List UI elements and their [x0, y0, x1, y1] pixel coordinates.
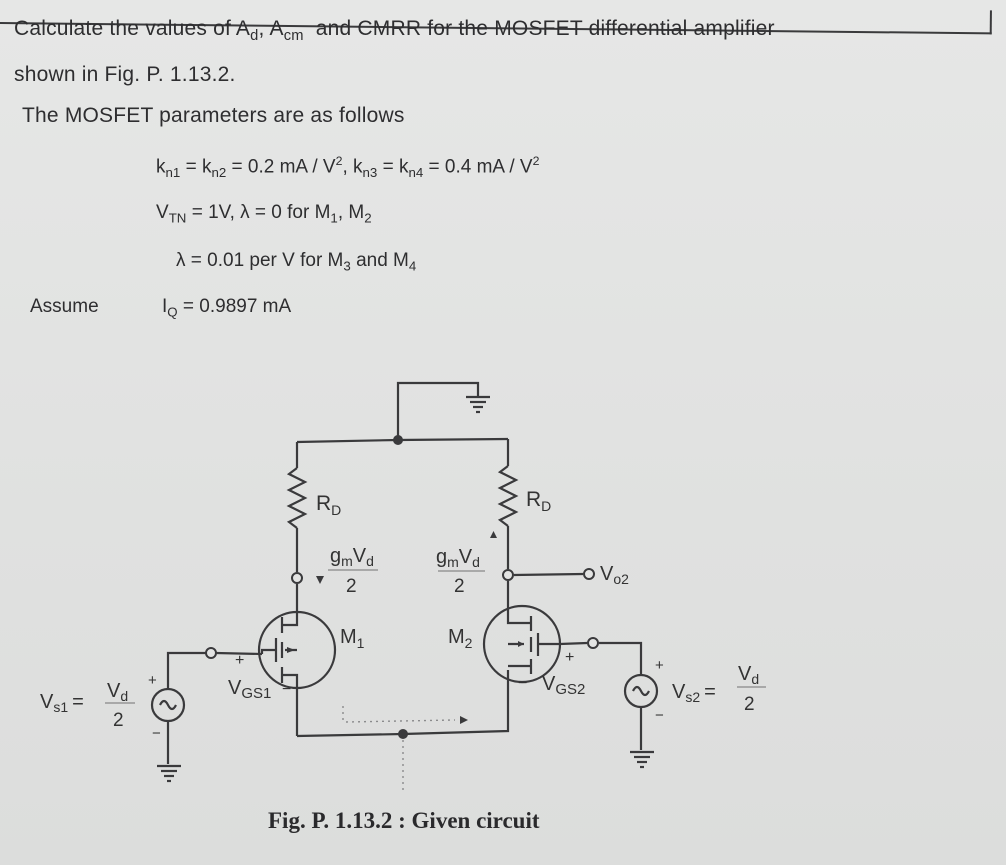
label-gm-den-right: 2 [454, 576, 465, 597]
label-vs2-two: 2 [744, 694, 755, 715]
ground-icon-right [630, 750, 654, 769]
label-vo2: Vo2 [600, 563, 629, 587]
label-m1: M1 [340, 626, 365, 651]
arrow-m1-icon [287, 647, 295, 653]
vgs1-minus: − [282, 681, 291, 698]
label-gm-vd-left: gmVd [330, 545, 374, 569]
ground-icon-left [157, 764, 181, 783]
vo2-wire [513, 572, 584, 577]
vgs2-plus: + [565, 649, 574, 666]
label-rd-left: RD [316, 492, 341, 518]
node-top [393, 435, 403, 445]
terminal-drain-m2 [502, 569, 514, 581]
common-source-wire [296, 670, 510, 738]
resistor-rd-right [497, 465, 519, 527]
arrow-m2-icon [518, 641, 524, 647]
vs2-plus: + [655, 657, 664, 674]
gate-wire-m2 [599, 641, 643, 676]
arrow-down-icon [316, 576, 324, 584]
dotted-current-path [342, 706, 456, 790]
label-m2: M2 [448, 626, 473, 651]
vgs2-minus: − [518, 675, 527, 692]
label-rd-right: RD [526, 488, 551, 514]
terminal-gate-m1 [205, 647, 217, 659]
figure-caption: Fig. P. 1.13.2 : Given circuit [268, 808, 540, 833]
vs1-plus: + [148, 672, 157, 689]
terminal-vo2 [583, 568, 595, 580]
circuit-diagram: RD RD gmVd 2 gmVd 2 Vo2 M1 M2 + VGS1 − +… [40, 381, 766, 790]
label-vs1: Vs1 = [40, 691, 84, 715]
label-vs2-vd: Vd [738, 663, 759, 687]
node-bottom [398, 729, 408, 739]
vs1-minus: − [152, 725, 161, 742]
label-gm-den-left: 2 [346, 576, 357, 597]
label-vgs1: VGS1 [228, 677, 271, 702]
label-vs2: Vs2 = [672, 681, 716, 705]
arrow-up-icon [490, 531, 497, 538]
ground-icon-top [466, 395, 490, 414]
vgs1-plus: + [235, 652, 244, 669]
terminal-gate-m2 [587, 637, 599, 649]
arrow-right-icon [460, 716, 468, 724]
resistor-rd-left [286, 467, 308, 529]
label-gm-vd-right: gmVd [436, 546, 480, 570]
terminal-drain-m1 [291, 572, 303, 584]
vs2-minus: − [655, 707, 664, 724]
label-vs1-vd: Vd [107, 680, 128, 704]
ground-wire-top [396, 381, 480, 438]
label-vs1-two: 2 [113, 710, 124, 731]
label-vgs2: VGS2 [542, 673, 585, 698]
